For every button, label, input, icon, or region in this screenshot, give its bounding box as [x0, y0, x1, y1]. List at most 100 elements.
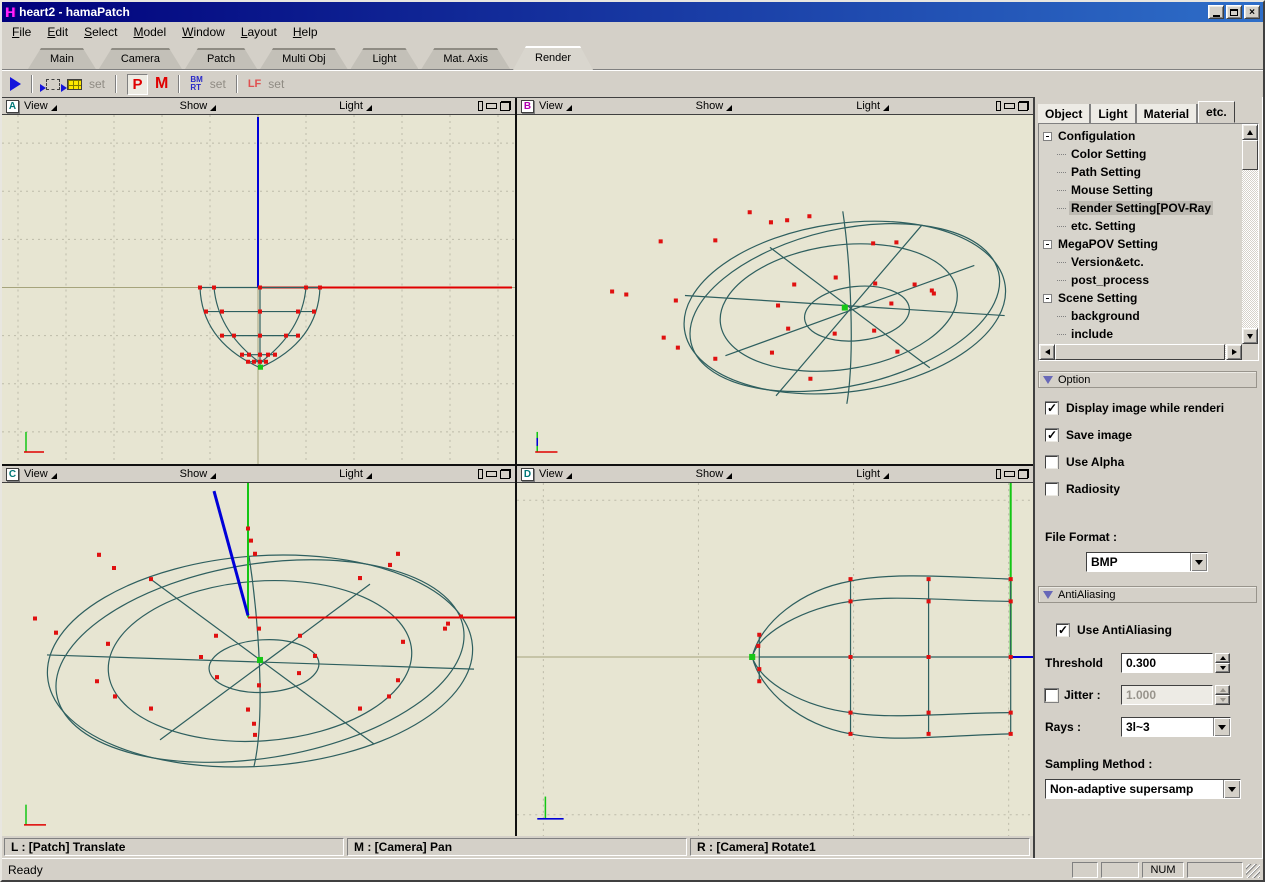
tree-item-configulation[interactable]: Configulation [1043, 127, 1242, 145]
save-image-checkbox[interactable] [1045, 429, 1058, 442]
viewport-c-canvas[interactable] [2, 483, 515, 836]
tab-light[interactable]: Light [351, 48, 419, 69]
layout-vertical-button[interactable] [996, 101, 1001, 111]
tab-light-panel[interactable]: Light [1091, 104, 1136, 123]
render-start-icon[interactable] [10, 77, 21, 91]
viewport-b-show-menu[interactable]: Show [696, 100, 733, 112]
antialiasing-section-header[interactable]: AntiAliasing [1038, 586, 1257, 603]
bmrt-button[interactable]: BMRT [190, 76, 202, 92]
viewport-d-view-menu[interactable]: View [539, 468, 572, 480]
viewport-d-show-menu[interactable]: Show [696, 468, 733, 480]
layout-quad-button[interactable] [500, 101, 511, 111]
viewport-a-show-menu[interactable]: Show [180, 100, 217, 112]
spin-up-button[interactable] [1215, 653, 1230, 663]
option-section-header[interactable]: Option [1038, 371, 1257, 388]
rays-dropdown[interactable]: 3l~3 [1121, 717, 1231, 737]
viewport-d-canvas[interactable] [517, 483, 1033, 836]
tree-item-include[interactable]: include [1043, 325, 1242, 343]
tree-item-color-setting[interactable]: Color Setting [1043, 145, 1242, 163]
tree-horizontal-scrollbar[interactable] [1039, 344, 1242, 360]
scrollbar-thumb[interactable] [1055, 344, 1225, 360]
tab-camera[interactable]: Camera [99, 48, 182, 69]
sampling-method-dropdown[interactable]: Non-adaptive supersamp [1045, 779, 1241, 799]
collapse-icon[interactable] [1043, 132, 1052, 141]
scroll-up-button[interactable] [1242, 124, 1258, 140]
viewport-d-light-menu[interactable]: Light [856, 468, 889, 480]
dropdown-button[interactable] [1223, 780, 1240, 798]
collapse-icon[interactable] [1043, 240, 1052, 249]
layout-horizontal-button[interactable] [1004, 103, 1015, 109]
layout-horizontal-button[interactable] [486, 103, 497, 109]
tree-item-background[interactable]: background [1043, 307, 1242, 325]
layout-quad-button[interactable] [500, 469, 511, 479]
spin-down-button[interactable] [1215, 663, 1230, 673]
tab-etc[interactable]: etc. [1198, 101, 1235, 123]
lf-button[interactable]: LF [248, 78, 261, 90]
viewport-a-view-menu[interactable]: View [24, 100, 57, 112]
tree-item-megapov-setting[interactable]: MegaPOV Setting [1043, 235, 1242, 253]
menu-file[interactable]: File [4, 23, 39, 41]
tab-object[interactable]: Object [1038, 104, 1091, 123]
scroll-down-button[interactable] [1242, 328, 1258, 344]
region-select-icon[interactable] [46, 79, 60, 90]
collapse-icon[interactable] [1043, 294, 1052, 303]
tab-render[interactable]: Render [513, 46, 593, 70]
minimize-button[interactable] [1208, 5, 1224, 19]
viewport-a-canvas[interactable] [2, 115, 515, 464]
menu-model[interactable]: Model [125, 23, 174, 41]
tab-patch[interactable]: Patch [185, 48, 257, 69]
layout-vertical-button[interactable] [996, 469, 1001, 479]
tree-item-version-etc[interactable]: Version&etc. [1043, 253, 1242, 271]
title-bar[interactable]: H heart2 - hamaPatch × [2, 2, 1263, 22]
set-button-3[interactable]: set [268, 77, 284, 91]
maximize-button[interactable] [1226, 5, 1242, 19]
viewport-a-light-menu[interactable]: Light [339, 100, 372, 112]
layout-vertical-button[interactable] [478, 101, 483, 111]
tab-mat-axis[interactable]: Mat. Axis [421, 48, 510, 69]
tree-item-scene-setting[interactable]: Scene Setting [1043, 289, 1242, 307]
dropdown-button[interactable] [1213, 718, 1230, 736]
mosaic-preview-icon[interactable] [67, 79, 82, 90]
layout-horizontal-button[interactable] [1004, 471, 1015, 477]
menu-layout[interactable]: Layout [233, 23, 285, 41]
use-alpha-checkbox[interactable] [1045, 456, 1058, 469]
tab-multi-obj[interactable]: Multi Obj [260, 48, 347, 69]
tree-item-mouse-setting[interactable]: Mouse Setting [1043, 181, 1242, 199]
menu-edit[interactable]: Edit [39, 23, 76, 41]
tree-item-render-setting[interactable]: Render Setting[POV-Ray [1043, 199, 1242, 217]
resize-grip[interactable] [1246, 864, 1260, 878]
pov-button[interactable]: P [127, 74, 148, 95]
megapov-button[interactable]: M [155, 75, 168, 93]
viewport-b-light-menu[interactable]: Light [856, 100, 889, 112]
threshold-field[interactable]: 0.300 [1121, 653, 1213, 673]
use-antialiasing-checkbox[interactable] [1056, 624, 1069, 637]
layout-horizontal-button[interactable] [486, 471, 497, 477]
close-button[interactable]: × [1244, 5, 1260, 19]
menu-window[interactable]: Window [174, 23, 233, 41]
viewport-b-view-menu[interactable]: View [539, 100, 572, 112]
radiosity-checkbox[interactable] [1045, 483, 1058, 496]
scroll-right-button[interactable] [1226, 344, 1242, 360]
scroll-left-button[interactable] [1039, 344, 1055, 360]
tree-item-post-process[interactable]: post_process [1043, 271, 1242, 289]
viewport-b-canvas[interactable] [517, 115, 1033, 464]
tab-material[interactable]: Material [1137, 104, 1198, 123]
menu-help[interactable]: Help [285, 23, 326, 41]
viewport-c-light-menu[interactable]: Light [339, 468, 372, 480]
tree-vertical-scrollbar[interactable] [1242, 124, 1258, 344]
tree-item-etc-setting[interactable]: etc. Setting [1043, 217, 1242, 235]
tree-item-path-setting[interactable]: Path Setting [1043, 163, 1242, 181]
menu-select[interactable]: Select [76, 23, 125, 41]
tab-main[interactable]: Main [28, 48, 96, 69]
set-button-2[interactable]: set [210, 77, 226, 91]
layout-quad-button[interactable] [1018, 101, 1029, 111]
dropdown-button[interactable] [1190, 553, 1207, 571]
viewport-c-show-menu[interactable]: Show [180, 468, 217, 480]
set-button-1[interactable]: set [89, 77, 105, 91]
jitter-checkbox[interactable] [1045, 689, 1058, 702]
scrollbar-thumb[interactable] [1242, 140, 1258, 170]
threshold-spinner[interactable] [1215, 653, 1230, 673]
file-format-dropdown[interactable]: BMP [1086, 552, 1208, 572]
display-image-checkbox[interactable] [1045, 402, 1058, 415]
viewport-c-view-menu[interactable]: View [24, 468, 57, 480]
